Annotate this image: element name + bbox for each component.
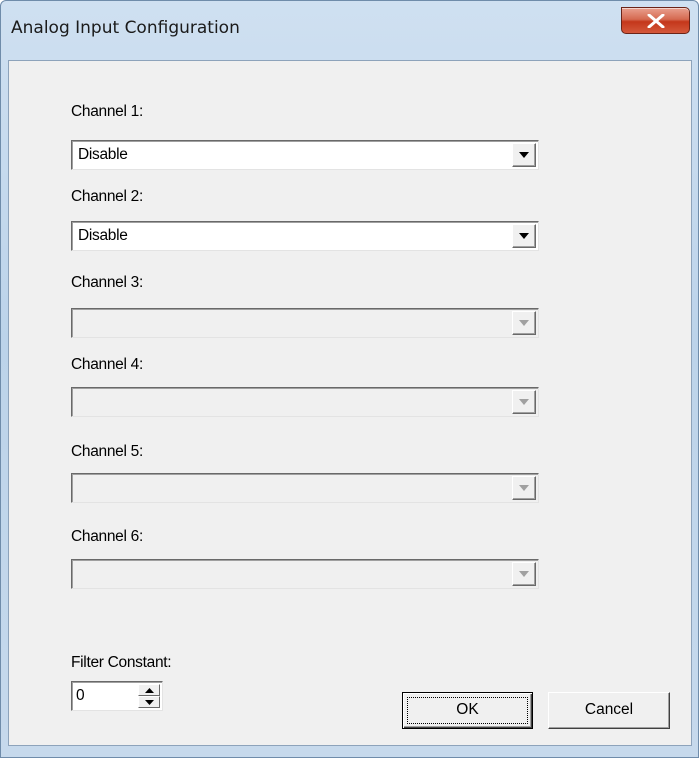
channel-3-dropdown: [71, 308, 539, 338]
cancel-button-label: Cancel: [584, 701, 634, 718]
dialog-client-area: Channel 1: Disable Channel 2: Disable Ch…: [8, 60, 692, 746]
channel-6-dropdown: [71, 559, 539, 589]
close-icon: [647, 14, 665, 28]
channel-3-dropdown-button: [512, 311, 536, 335]
channel-1-value: Disable: [78, 146, 128, 163]
spin-up-icon: [145, 688, 154, 693]
title-bar[interactable]: Analog Input Configuration: [1, 1, 698, 61]
filter-constant-label: Filter Constant:: [71, 654, 172, 671]
channel-3-label: Channel 3:: [71, 274, 143, 291]
cancel-button[interactable]: Cancel: [548, 692, 670, 729]
channel-4-label: Channel 4:: [71, 356, 143, 373]
spin-up-button[interactable]: [138, 684, 160, 696]
channel-2-value: Disable: [78, 227, 128, 244]
channel-2-dropdown[interactable]: Disable: [71, 221, 539, 251]
chevron-down-icon: [519, 485, 529, 491]
ok-button[interactable]: OK: [402, 692, 533, 729]
filter-constant-spinner: [138, 684, 160, 708]
spin-down-button[interactable]: [138, 696, 160, 708]
channel-1-dropdown-button[interactable]: [512, 143, 536, 167]
channel-6-label: Channel 6:: [71, 528, 143, 545]
channel-1-dropdown[interactable]: Disable: [71, 140, 539, 170]
channel-6-dropdown-button: [512, 562, 536, 586]
close-button[interactable]: [621, 7, 690, 34]
chevron-down-icon: [519, 233, 529, 239]
filter-constant-value: 0: [76, 687, 85, 704]
channel-1-label: Channel 1:: [71, 103, 143, 120]
chevron-down-icon: [519, 320, 529, 326]
spin-down-icon: [145, 700, 154, 705]
channel-2-dropdown-button[interactable]: [512, 224, 536, 248]
channel-4-dropdown-button: [512, 390, 536, 414]
dialog-window: Analog Input Configuration Channel 1: Di…: [0, 0, 699, 758]
ok-button-label: OK: [456, 701, 479, 718]
channel-5-dropdown: [71, 473, 539, 503]
window-title: Analog Input Configuration: [11, 18, 240, 38]
chevron-down-icon: [519, 399, 529, 405]
filter-constant-input[interactable]: 0: [71, 681, 163, 711]
channel-2-label: Channel 2:: [71, 188, 143, 205]
chevron-down-icon: [519, 152, 529, 158]
channel-4-dropdown: [71, 387, 539, 417]
chevron-down-icon: [519, 571, 529, 577]
channel-5-dropdown-button: [512, 476, 536, 500]
channel-5-label: Channel 5:: [71, 443, 143, 460]
